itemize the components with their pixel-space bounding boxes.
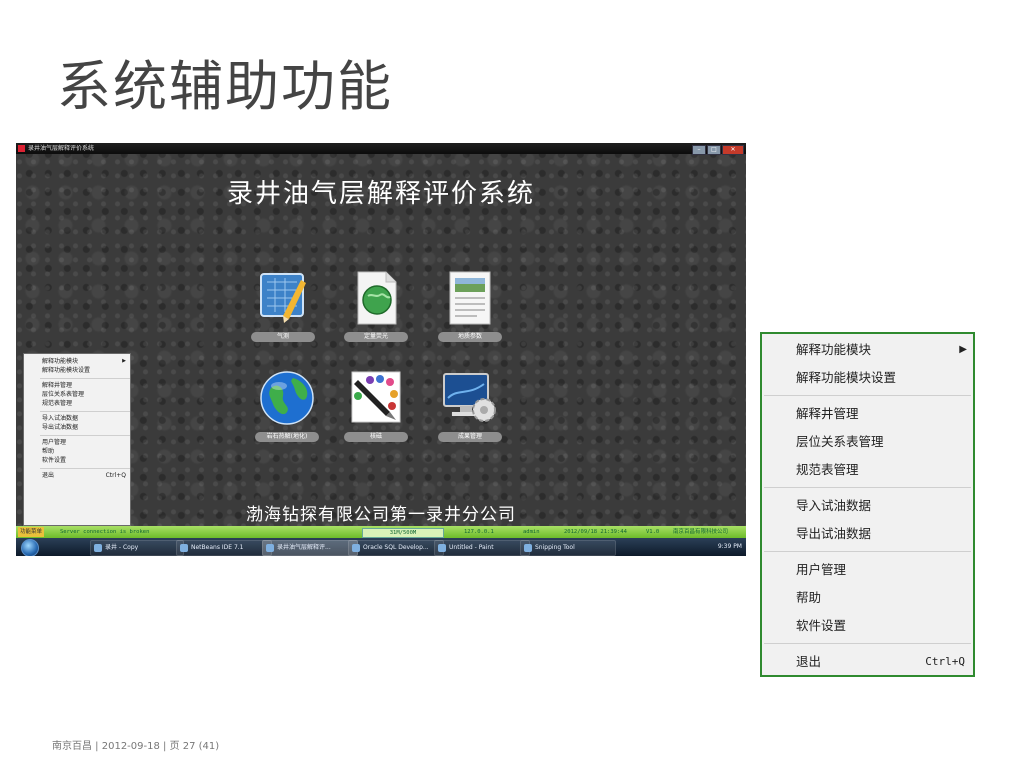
menu-item-settings[interactable]: 软件设置 <box>24 456 130 465</box>
tile-rock-pyrolysis[interactable]: 岩石热解(地化) <box>253 368 321 442</box>
menu-separator <box>40 411 130 412</box>
ctx-item-help[interactable]: 帮助 <box>762 584 973 612</box>
tile-label: 核磁 <box>344 432 408 442</box>
menu-item-import-test[interactable]: 导入试油数据 <box>24 414 130 423</box>
tile-nmr[interactable]: 核磁 <box>342 368 410 442</box>
tile-label: 地质参数 <box>438 332 502 342</box>
start-orb-icon[interactable] <box>21 539 39 556</box>
app-heading: 录井油气层解释评价系统 <box>226 179 535 209</box>
menu-item-label: 解释功能模块 <box>42 358 79 365</box>
menu-shortcut: Ctrl+Q <box>925 655 965 668</box>
monitor-gear-icon <box>440 368 500 428</box>
slide-title: 系统辅助功能 <box>57 55 393 118</box>
blueprint-pencil-icon <box>253 268 313 328</box>
app-function-menu: 解释功能模块 ▶ 解释功能模块设置 解释井管理 层位关系表管理 规范表管理 导入试… <box>23 353 131 526</box>
earth-globe-icon <box>257 368 317 428</box>
menu-item-module-settings[interactable]: 解释功能模块设置 <box>24 366 130 375</box>
menu-separator <box>764 551 971 552</box>
menu-separator <box>40 378 130 379</box>
submenu-arrow-icon: ▶ <box>959 344 967 355</box>
menu-separator <box>764 487 971 488</box>
ctx-item-settings[interactable]: 软件设置 <box>762 612 973 640</box>
tile-quant-fluorescence[interactable]: 定量荧光 <box>342 268 410 342</box>
menu-item-label: 退出 <box>42 472 55 479</box>
context-menu-zoom: 解释功能模块 ▶ 解释功能模块设置 解释井管理 层位关系表管理 规范表管理 导入试… <box>760 332 975 677</box>
taskbar-button[interactable]: NetBeans IDE 7.1 <box>176 540 272 556</box>
menu-item-export-test[interactable]: 导出试油数据 <box>24 423 130 432</box>
app-logo-icon <box>18 145 25 152</box>
ctx-item-import-test[interactable]: 导入试油数据 <box>762 492 973 520</box>
taskbar-button-active[interactable]: 录井油气层解释评... <box>262 540 358 556</box>
tray-clock: 9:39 PM <box>717 543 742 550</box>
taskbar-button[interactable]: 录井 - Copy <box>90 540 184 556</box>
slide-footer: 南京百昌 | 2012-09-18 | 页 27 (41) <box>52 741 220 752</box>
menu-separator <box>764 643 971 644</box>
minimize-button[interactable]: – <box>692 145 706 155</box>
ctx-item-spec-table[interactable]: 规范表管理 <box>762 456 973 484</box>
report-document-icon <box>440 268 500 328</box>
ctx-item-well-mgmt[interactable]: 解释井管理 <box>762 400 973 428</box>
menu-separator <box>40 435 130 436</box>
ctx-item-export-test[interactable]: 导出试油数据 <box>762 520 973 548</box>
menu-shortcut: Ctrl+Q <box>105 472 126 479</box>
tile-label: 气测 <box>251 332 315 342</box>
vendor-name: 南京百昌有限科技公司 <box>673 529 729 535</box>
ctx-item-layer-table[interactable]: 层位关系表管理 <box>762 428 973 456</box>
maximize-button[interactable]: □ <box>707 145 721 155</box>
submenu-arrow-icon: ▶ <box>122 358 126 364</box>
ctx-item-user-mgmt[interactable]: 用户管理 <box>762 556 973 584</box>
server-ip: 127.0.0.1 <box>464 529 494 535</box>
tile-label: 成果管理 <box>438 432 502 442</box>
tile-results-mgmt[interactable]: 成果管理 <box>436 368 504 442</box>
paint-pen-icon <box>346 368 406 428</box>
menu-item-help[interactable]: 帮助 <box>24 447 130 456</box>
taskbar-button[interactable]: Snipping Tool <box>520 540 616 556</box>
menu-separator <box>764 395 971 396</box>
menu-item-exit[interactable]: 退出 Ctrl+Q <box>24 471 130 480</box>
tile-geo-params[interactable]: 地质参数 <box>436 268 504 342</box>
current-user: admin <box>523 529 540 535</box>
memory-usage: 31M/500M <box>362 528 444 538</box>
app-statusbar: 功能菜单 Server connection is broken 31M/500… <box>16 526 746 538</box>
app-window: 录井油气层解释评价系统 – □ ✕ 录井油气层解释评价系统 气测 定量荧光 地质… <box>16 143 746 556</box>
status-datetime: 2012/09/18 21:39:44 <box>564 529 627 535</box>
windows-taskbar: 录井 - Copy NetBeans IDE 7.1 录井油气层解释评... O… <box>16 538 746 556</box>
menu-item-well-mgmt[interactable]: 解释井管理 <box>24 381 130 390</box>
window-titlebar: 录井油气层解释评价系统 – □ ✕ <box>16 143 746 155</box>
close-button[interactable]: ✕ <box>722 145 744 155</box>
tile-gas-logging[interactable]: 气测 <box>249 268 317 342</box>
globe-document-icon <box>346 268 406 328</box>
ctx-item-module-settings[interactable]: 解释功能模块设置 <box>762 364 973 392</box>
tile-label: 岩石热解(地化) <box>255 432 319 442</box>
menu-item-spec-table[interactable]: 规范表管理 <box>24 399 130 408</box>
tile-label: 定量荧光 <box>344 332 408 342</box>
function-menu-button[interactable]: 功能菜单 <box>18 527 45 537</box>
window-controls: – □ ✕ <box>691 144 744 155</box>
connection-status: Server connection is broken <box>60 529 150 535</box>
menu-item-interp-modules[interactable]: 解释功能模块 ▶ <box>24 357 130 366</box>
ctx-item-label: 退出 <box>796 654 822 669</box>
menu-separator <box>40 468 130 469</box>
ctx-item-label: 解释功能模块 <box>796 342 872 357</box>
ctx-item-exit[interactable]: 退出 Ctrl+Q <box>762 648 973 676</box>
app-version: V1.0 <box>646 529 660 535</box>
taskbar-button[interactable]: Untitled - Paint <box>434 540 530 556</box>
menu-item-layer-table[interactable]: 层位关系表管理 <box>24 390 130 399</box>
window-title: 录井油气层解释评价系统 <box>28 145 95 152</box>
ctx-item-interp-modules[interactable]: 解释功能模块 ▶ <box>762 336 973 364</box>
menu-item-user-mgmt[interactable]: 用户管理 <box>24 438 130 447</box>
taskbar-button[interactable]: Oracle SQL Develop... <box>348 540 444 556</box>
